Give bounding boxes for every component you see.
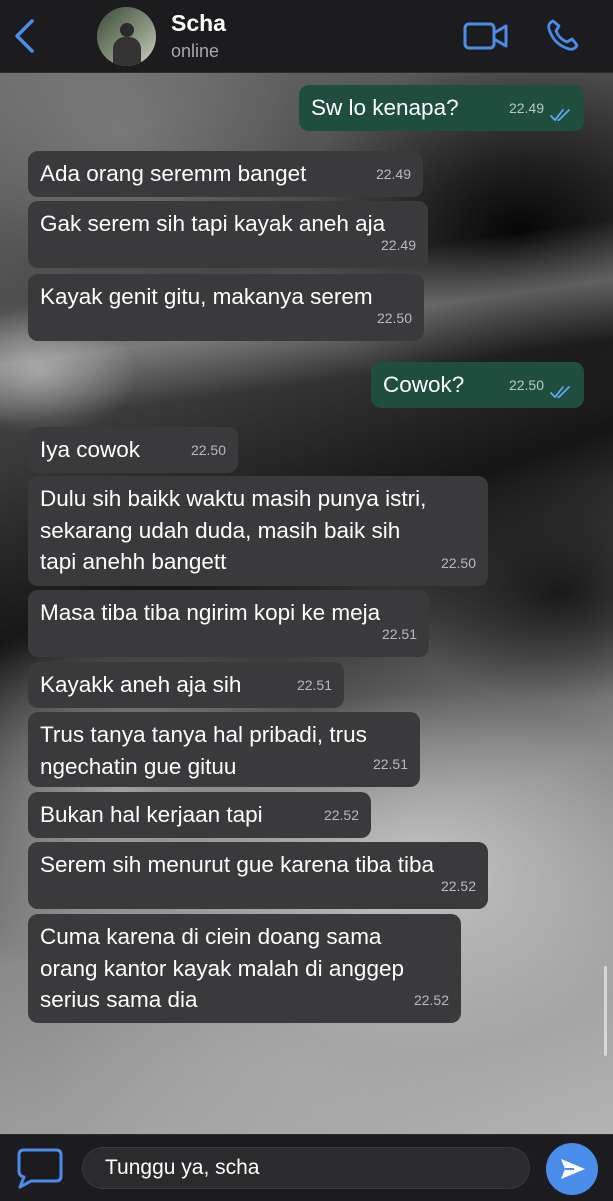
message-bubble-sent[interactable]: Cowok? 22.50 — [371, 362, 584, 408]
video-call-icon[interactable] — [463, 20, 509, 52]
message-bubble-received[interactable]: Cuma karena di ciein doang sama orang ka… — [28, 914, 461, 1023]
message-time: 22.51 — [372, 755, 408, 772]
back-chevron-icon[interactable] — [10, 18, 40, 54]
contact-status: online — [171, 41, 220, 61]
message-text: Bukan hal kerjaan tapi — [40, 802, 263, 827]
message-input[interactable]: Tunggu ya, scha — [82, 1147, 530, 1189]
message-bubble-received[interactable]: Gak serem sih tapi kayak aneh aja 22.49 — [28, 201, 428, 268]
send-arrow-icon — [561, 1159, 585, 1179]
message-bubble-received[interactable]: Serem sih menurut gue karena tiba tiba 2… — [28, 842, 488, 909]
message-time: 22.49 — [380, 236, 416, 253]
message-time: 22.49 — [508, 99, 544, 116]
message-time: 22.50 — [376, 309, 412, 326]
message-time: 22.52 — [413, 991, 449, 1008]
message-bubble-received[interactable]: Kayak genit gitu, makanya serem 22.50 — [28, 274, 424, 341]
message-text: Ada orang seremm banget — [40, 161, 307, 186]
chat-header: Scha online — [0, 0, 613, 73]
avatar[interactable] — [97, 7, 156, 66]
scrollbar[interactable] — [604, 966, 607, 1056]
message-bubble-received[interactable]: Kayakk aneh aja sih 22.51 — [28, 662, 344, 708]
message-time: 22.51 — [296, 676, 332, 693]
message-text: Kayak genit gitu, makanya serem — [40, 284, 373, 309]
message-bubble-sent[interactable]: Sw lo kenapa? 22.49 — [299, 85, 584, 131]
message-time: 22.52 — [323, 806, 359, 823]
message-bubble-received[interactable]: Trus tanya tanya hal pribadi, trus ngech… — [28, 712, 420, 787]
message-text: Trus tanya tanya hal pribadi, trus ngech… — [40, 722, 367, 779]
message-text: Cuma karena di ciein doang sama orang ka… — [40, 924, 404, 1012]
phone-icon[interactable] — [544, 18, 580, 54]
message-time: 22.52 — [440, 877, 476, 894]
send-button[interactable] — [546, 1143, 598, 1195]
read-ticks-icon — [550, 386, 570, 399]
message-bubble-received[interactable]: Masa tiba tiba ngirim kopi ke meja 22.51 — [28, 590, 429, 657]
read-ticks-icon — [550, 109, 570, 122]
message-bubble-received[interactable]: Ada orang seremm banget 22.49 — [28, 151, 423, 197]
message-time: 22.50 — [190, 441, 226, 458]
message-bubble-received[interactable]: Dulu sih baikk waktu masih punya istri, … — [28, 476, 488, 586]
message-text: Serem sih menurut gue karena tiba tiba — [40, 852, 434, 877]
message-time: 22.50 — [440, 554, 476, 571]
message-text: Masa tiba tiba ngirim kopi ke meja — [40, 600, 381, 625]
message-time: 22.50 — [508, 376, 544, 393]
message-time: 22.51 — [381, 625, 417, 642]
message-bubble-icon[interactable] — [15, 1147, 65, 1189]
message-text: Dulu sih baikk waktu masih punya istri, … — [40, 486, 427, 574]
message-time: 22.49 — [375, 165, 411, 182]
message-composer: Tunggu ya, scha — [0, 1134, 613, 1201]
message-bubble-received[interactable]: Bukan hal kerjaan tapi 22.52 — [28, 792, 371, 838]
contact-name[interactable]: Scha — [171, 10, 226, 37]
message-text: Kayakk aneh aja sih — [40, 672, 242, 697]
message-text: Gak serem sih tapi kayak aneh aja — [40, 211, 386, 236]
message-bubble-received[interactable]: Iya cowok 22.50 — [28, 427, 238, 473]
